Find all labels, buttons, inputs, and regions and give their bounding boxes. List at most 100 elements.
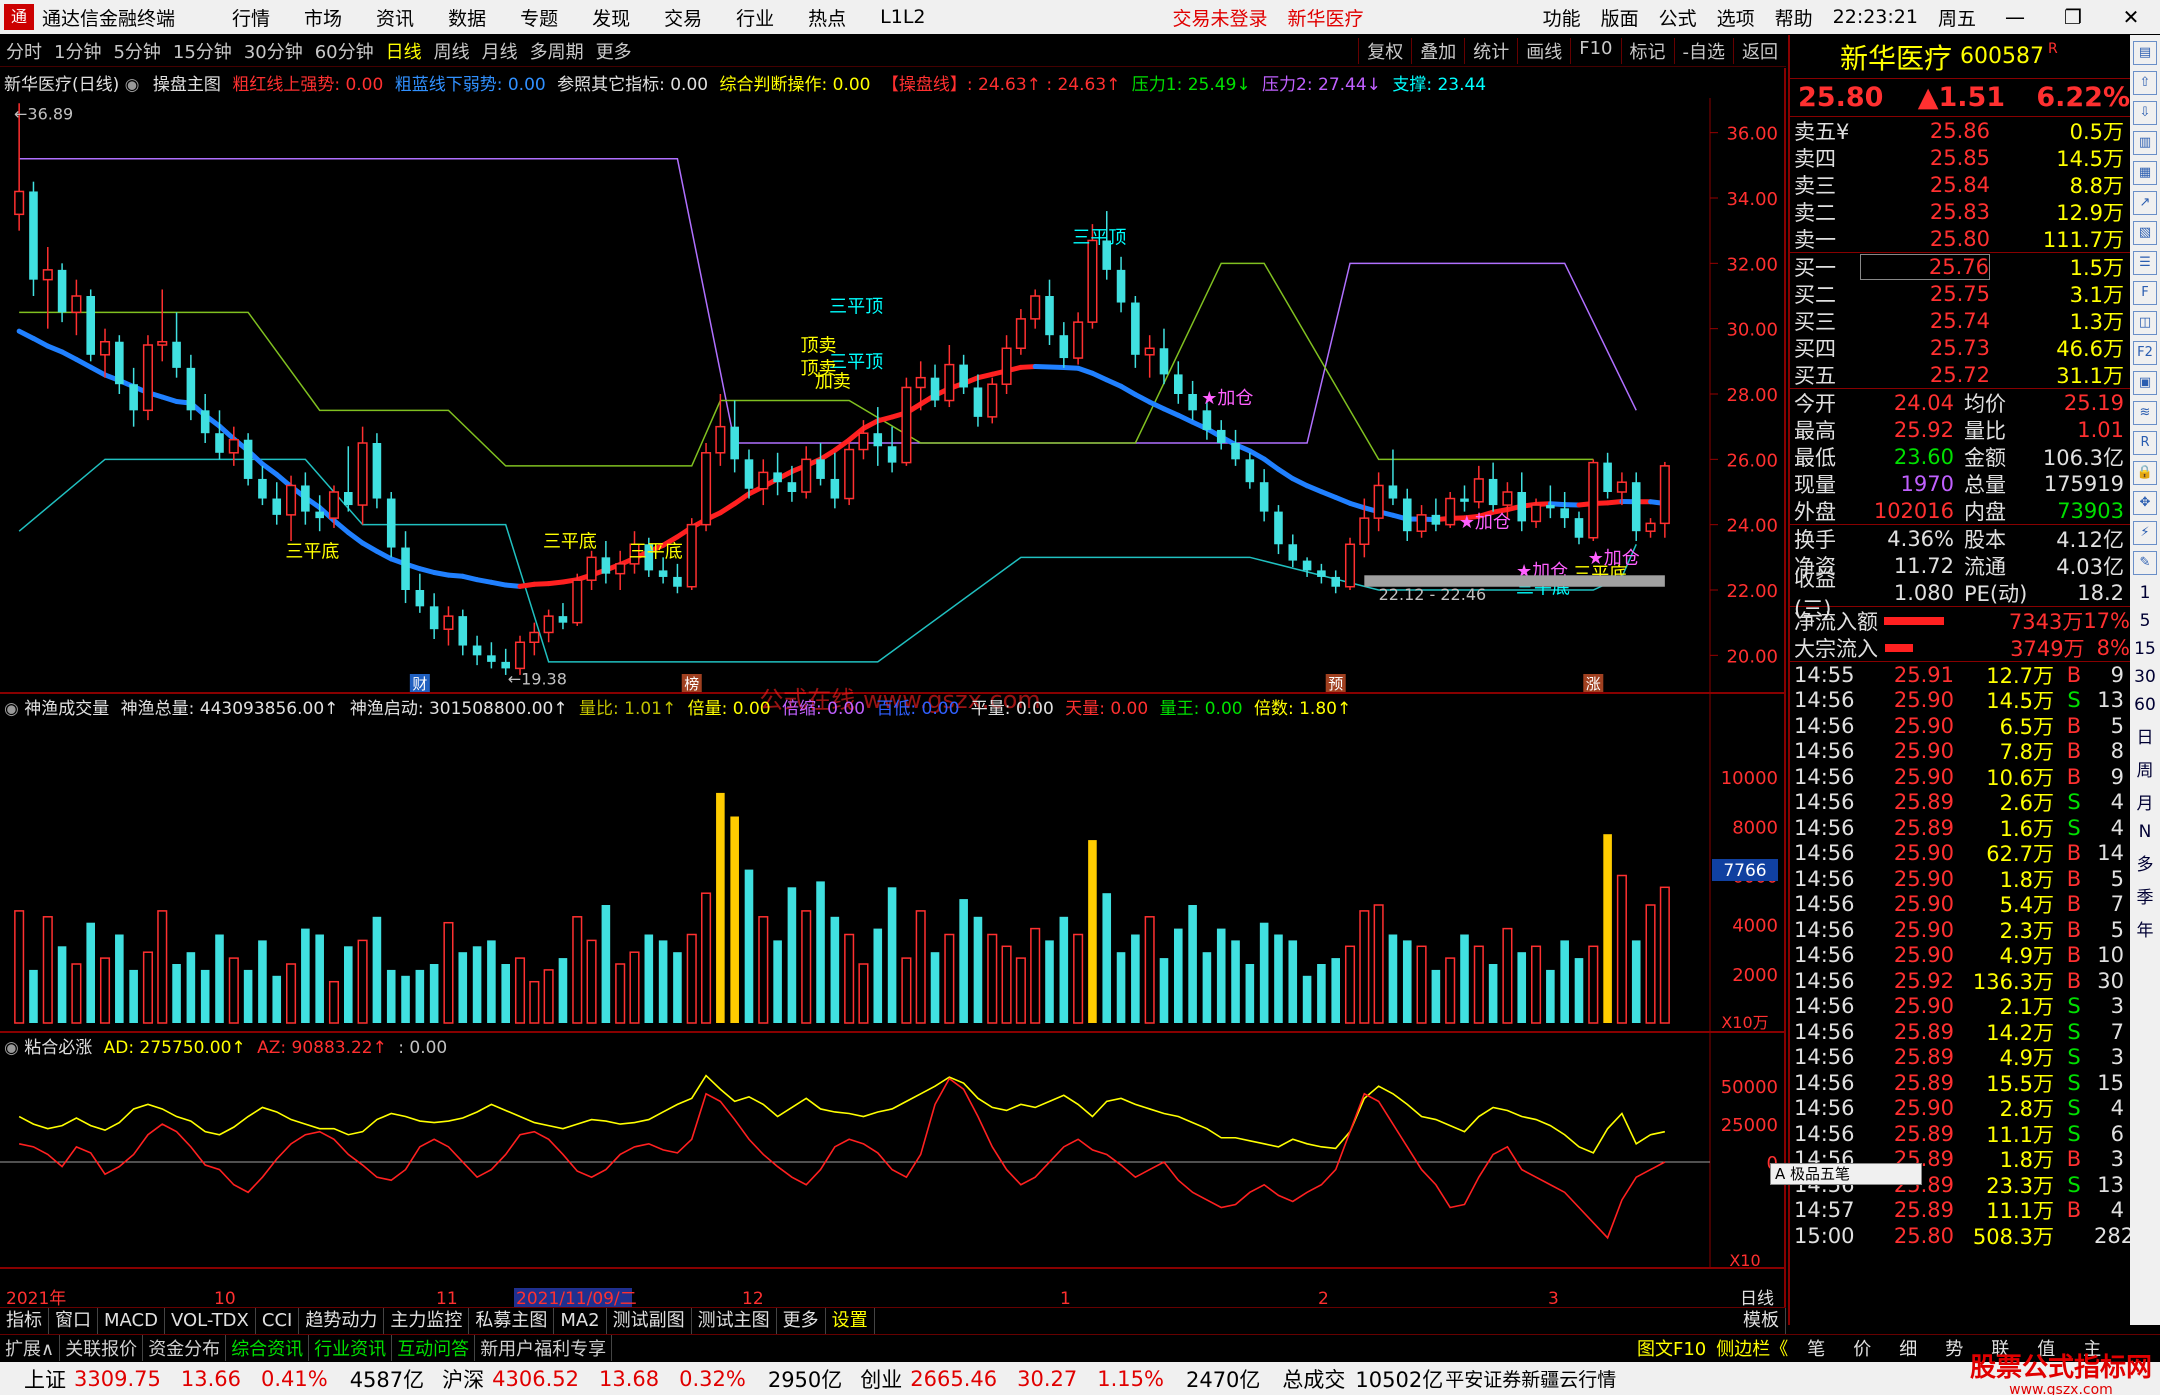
- bar-chart-icon[interactable]: ▥: [2133, 131, 2157, 155]
- back-button[interactable]: 返回: [1733, 37, 1786, 64]
- dropdown-icon[interactable]: ◉: [4, 1038, 24, 1058]
- menu-bangzhu[interactable]: 帮助: [1775, 4, 1813, 31]
- f10-button[interactable]: F10: [1570, 37, 1620, 64]
- extension-tab-5[interactable]: 互动问答: [392, 1335, 476, 1361]
- draw-line-button[interactable]: 画线: [1517, 37, 1570, 64]
- tick-list[interactable]: 14:55 25.91 12.7万 B 9 14:56 25.90 14.5万 S 13 14:56…: [1790, 662, 2134, 1249]
- indicator-tab-4[interactable]: CCI: [256, 1308, 300, 1334]
- grid-icon[interactable]: ▦: [2133, 161, 2157, 185]
- dropdown-icon[interactable]: ◉: [125, 75, 140, 95]
- menu-gongshi[interactable]: 公式: [1659, 4, 1697, 31]
- indicator-tab-3[interactable]: VOL-TDX: [165, 1308, 256, 1334]
- dropdown-icon[interactable]: ◉: [4, 699, 24, 719]
- table-icon[interactable]: ▧: [2133, 221, 2157, 245]
- indicator-tab-11[interactable]: 更多: [777, 1308, 826, 1334]
- minimize-icon[interactable]: —: [1996, 5, 2034, 29]
- rsi-icon[interactable]: R: [2133, 431, 2157, 455]
- sidebar-period-1[interactable]: 5: [2130, 611, 2160, 631]
- indicator-tab-1[interactable]: 窗口: [49, 1308, 98, 1334]
- sidebar-period-0[interactable]: 1: [2130, 583, 2160, 603]
- indicator-tab-10[interactable]: 测试主图: [692, 1308, 777, 1334]
- side-tab-1[interactable]: 侧边栏《: [1711, 1335, 1793, 1361]
- tab-period-daily[interactable]: 日线: [380, 38, 428, 64]
- extension-tab-4[interactable]: 行业资讯: [309, 1335, 393, 1361]
- lightning-icon[interactable]: ⚡: [2133, 521, 2157, 545]
- extension-tab-1[interactable]: 关联报价: [60, 1335, 144, 1361]
- remove-watchlist-button[interactable]: -自选: [1673, 37, 1734, 64]
- indicator-tab-2[interactable]: MACD: [98, 1308, 165, 1334]
- index-name-0[interactable]: 上证: [24, 1364, 66, 1394]
- menu-item-zixun[interactable]: 资讯: [376, 4, 414, 31]
- tab-period-15min[interactable]: 15分钟: [167, 38, 238, 64]
- menu-item-shuju[interactable]: 数据: [448, 4, 486, 31]
- indicator-tab-12[interactable]: 设置: [826, 1308, 875, 1334]
- index-name-1[interactable]: 沪深: [442, 1364, 484, 1394]
- tab-period-weekly[interactable]: 周线: [428, 38, 476, 64]
- menu-item-hangye[interactable]: 行业: [736, 4, 774, 31]
- restore-icon[interactable]: ❐: [2054, 5, 2092, 29]
- analysis-icon[interactable]: ◫: [2133, 311, 2157, 335]
- sidebar-period-5[interactable]: 日: [2130, 723, 2160, 748]
- tab-period-5min[interactable]: 5分钟: [107, 38, 166, 64]
- extension-tab-6[interactable]: 新用户福利专享: [475, 1335, 613, 1361]
- side-tab-2[interactable]: 笔: [1793, 1335, 1839, 1361]
- main-indicator-name[interactable]: 操盘主图: [153, 75, 221, 95]
- indicator-tab-6[interactable]: 主力监控: [384, 1308, 470, 1334]
- f10-icon[interactable]: F: [2133, 281, 2157, 305]
- menu-item-faxian[interactable]: 发现: [592, 4, 630, 31]
- trend-icon[interactable]: ↗: [2133, 191, 2157, 215]
- sidebar-period-7[interactable]: 月: [2130, 789, 2160, 814]
- list-icon[interactable]: ☰: [2133, 251, 2157, 275]
- mark-button[interactable]: 标记: [1620, 37, 1674, 64]
- close-icon[interactable]: ✕: [2112, 5, 2150, 29]
- sidebar-period-3[interactable]: 30: [2130, 667, 2160, 687]
- fuquan-button[interactable]: 复权: [1358, 37, 1411, 64]
- tab-period-fenshi[interactable]: 分时: [0, 38, 48, 64]
- kline-chart-panel[interactable]: 三平底 三平底 顶卖 三平顶 加卖 顶卖 三平顶 三平顶 ★加仓 ★加仓 ★加仓 ★加仓 三平底 三平底三…: [0, 68, 1786, 1324]
- signal-icon[interactable]: ≋: [2133, 401, 2157, 425]
- extension-tab-0[interactable]: 扩展∧: [0, 1335, 61, 1361]
- tab-period-multi[interactable]: 多周期: [524, 38, 590, 64]
- sidebar-period-10[interactable]: 季: [2130, 883, 2160, 908]
- sidebar-period-9[interactable]: 多: [2130, 850, 2160, 875]
- sidebar-period-4[interactable]: 60: [2130, 695, 2160, 715]
- tab-period-30min[interactable]: 30分钟: [238, 38, 309, 64]
- menu-banmian[interactable]: 版面: [1601, 4, 1639, 31]
- osc-panel-header-title[interactable]: 粘合必涨: [24, 1038, 92, 1058]
- menu-item-l1l2[interactable]: L1L2: [880, 6, 925, 28]
- indicator-tab-8[interactable]: MA2: [554, 1308, 607, 1334]
- lock-icon[interactable]: 🔒: [2133, 461, 2157, 485]
- ime-popup[interactable]: A 极品五笔: [1770, 1163, 1922, 1185]
- login-status[interactable]: 交易未登录: [1173, 4, 1268, 31]
- chart-icon[interactable]: ▤: [2133, 41, 2157, 65]
- extension-tab-2[interactable]: 资金分布: [143, 1335, 227, 1361]
- sidebar-period-8[interactable]: N: [2130, 822, 2160, 842]
- indicator-tab-5[interactable]: 趋势动力: [299, 1308, 385, 1334]
- stats-button[interactable]: 统计: [1464, 37, 1517, 64]
- menu-item-redian[interactable]: 热点: [808, 4, 846, 31]
- f2-icon[interactable]: F2: [2133, 341, 2157, 365]
- tab-period-60min[interactable]: 60分钟: [309, 38, 380, 64]
- indicator-tab-9[interactable]: 测试副图: [607, 1308, 692, 1334]
- arrow-up-icon[interactable]: ⇧: [2133, 71, 2157, 95]
- side-tab-3[interactable]: 价: [1839, 1335, 1885, 1361]
- menu-item-hangqing[interactable]: 行情: [232, 4, 270, 31]
- sidebar-period-11[interactable]: 年: [2130, 916, 2160, 941]
- tab-period-1min[interactable]: 1分钟: [48, 38, 107, 64]
- side-tab-0[interactable]: 图文F10: [1632, 1335, 1711, 1361]
- indicator-tab-7[interactable]: 私募主图: [469, 1308, 555, 1334]
- server-name[interactable]: 平安证券新疆云行情: [1445, 1365, 1616, 1392]
- move-icon[interactable]: ✥: [2133, 491, 2157, 515]
- overlay-button[interactable]: 叠加: [1411, 37, 1464, 64]
- sidebar-period-6[interactable]: 周: [2130, 756, 2160, 781]
- menu-gongneng[interactable]: 功能: [1543, 4, 1581, 31]
- menu-xuanxiang[interactable]: 选项: [1717, 4, 1755, 31]
- tab-period-monthly[interactable]: 月线: [476, 38, 524, 64]
- menu-item-jiaoyi[interactable]: 交易: [664, 4, 702, 31]
- volume-panel-header-title[interactable]: 神渔成交量: [24, 699, 109, 719]
- extension-tab-3[interactable]: 综合资讯: [226, 1335, 310, 1361]
- pen-icon[interactable]: ✎: [2133, 551, 2157, 575]
- indicator-tab-13[interactable]: 模板: [1737, 1308, 1786, 1334]
- side-tab-4[interactable]: 细: [1885, 1335, 1931, 1361]
- tab-period-more[interactable]: 更多: [590, 38, 638, 64]
